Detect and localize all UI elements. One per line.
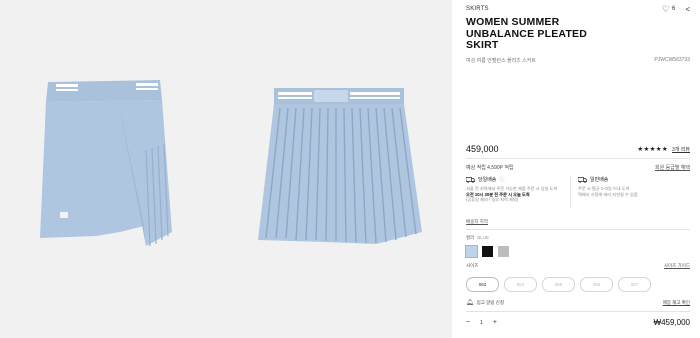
bell-icon: 🔔︎ <box>466 300 474 306</box>
shipping-line: 택배사 사정에 따라 지연될 수 있음 <box>578 191 638 197</box>
member-benefits-link[interactable]: 회원 등급별 혜택 <box>655 164 690 171</box>
size-header: 사이즈 사이즈 가이드 <box>466 263 690 269</box>
size-guide-link[interactable]: 사이즈 가이드 <box>664 263 690 269</box>
color-label-text: 컬러 <box>466 235 475 240</box>
shipping-header: 당일배송 ⓘ <box>466 176 570 183</box>
heart-icon: ♡ <box>661 3 670 14</box>
divider <box>466 158 690 159</box>
product-info-panel: SKIRTS ♡ 6 < WOMEN SUMMER UNBALANCE PLEA… <box>452 0 700 338</box>
color-swatch[interactable] <box>482 246 493 257</box>
size-option-button[interactable]: 064 <box>504 277 537 292</box>
skirt-back-image <box>258 88 422 244</box>
points-row: 예상 적립 4,590P 적립 회원 등급별 혜택 <box>466 164 690 171</box>
quantity-value[interactable]: 1 <box>480 320 483 326</box>
increase-quantity-button[interactable]: + <box>493 319 497 326</box>
shipping-details: 주문 시 평균 1~3일 이내 도착 택배사 사정에 따라 지연될 수 있음 <box>578 186 674 197</box>
quantity-row: − 1 + ₩459,000 <box>466 318 690 327</box>
share-icon[interactable]: < <box>685 5 690 14</box>
total-price: ₩459,000 <box>653 318 690 327</box>
product-page: SKIRTS ♡ 6 < WOMEN SUMMER UNBALANCE PLEA… <box>0 0 700 338</box>
size-option-button[interactable]: 063 <box>466 277 499 292</box>
selected-color: BLUE <box>477 235 490 240</box>
notify-row: 🔔︎ 입고 알림 신청 매장 재고 확인 <box>466 299 690 307</box>
truck-icon <box>466 176 475 183</box>
product-photo-front[interactable] <box>0 0 226 338</box>
color-label: 컬러 BLUE <box>466 235 489 241</box>
size-option-button[interactable]: 066 <box>580 277 613 292</box>
product-photo-back[interactable] <box>226 0 452 338</box>
product-gallery <box>0 0 452 338</box>
divider <box>466 311 690 312</box>
size-label: 사이즈 <box>466 263 479 268</box>
divider <box>466 229 690 230</box>
price-row: 459,000 ★★★★★ 3개 리뷰 <box>466 144 690 154</box>
shipping-details: 서울 전 지역에서 주문 가능한 제품 주문 시 당일 도착 오전 10시 30… <box>466 186 570 203</box>
size-options: 063 064 065 066 067 <box>466 277 651 292</box>
header-actions: ♡ 6 < <box>661 3 690 14</box>
product-title: WOMEN SUMMER UNBALANCE PLEATED SKIRT <box>466 16 588 51</box>
shipping-line: (공휴일 제외 / 일부 지역 제외) <box>466 197 519 203</box>
store-stock-link[interactable]: 매장 재고 확인 <box>663 300 690 306</box>
decrease-quantity-button[interactable]: − <box>466 319 470 326</box>
shipping-option-same-day[interactable]: 당일배송 ⓘ 서울 전 지역에서 주문 가능한 제품 주문 시 당일 도착 오전… <box>466 176 570 208</box>
category-row: SKIRTS ♡ 6 < <box>466 4 690 14</box>
size-option-button[interactable]: 065 <box>542 277 575 292</box>
product-code: PJWCW563733 <box>654 57 690 63</box>
restock-notify-label: 입고 알림 신청 <box>476 299 504 305</box>
shipping-header: 일반배송 <box>578 176 674 183</box>
color-swatch[interactable] <box>498 246 509 257</box>
product-price: 459,000 <box>466 144 499 154</box>
skirt-front-image <box>40 80 172 247</box>
shipping-option-standard[interactable]: 일반배송 주문 시 평균 1~3일 이내 도착 택배사 사정에 따라 지연될 수… <box>570 176 674 208</box>
color-swatch[interactable] <box>465 245 478 258</box>
info-icon[interactable]: ⓘ <box>499 176 504 183</box>
category-link[interactable]: SKIRTS <box>466 6 489 12</box>
quantity-stepper: − 1 + <box>466 319 497 326</box>
shipping-title: 당일배송 <box>478 177 497 183</box>
color-swatches <box>465 245 509 258</box>
product-subtitle-row: 여성 여름 언밸런스 플리츠 스커트 PJWCW563733 <box>466 57 690 64</box>
truck-icon <box>578 176 587 183</box>
shipping-title: 일반배송 <box>590 177 609 183</box>
restock-notify-button[interactable]: 🔔︎ 입고 알림 신청 <box>466 299 504 307</box>
wishlist-button[interactable]: ♡ 6 <box>661 3 676 14</box>
rating: ★★★★★ 3개 리뷰 <box>637 145 690 153</box>
star-rating-icon: ★★★★★ <box>637 146 669 153</box>
shipping-line: 서울 전 지역에서 주문 가능한 제품 주문 시 당일 도착 <box>466 186 558 191</box>
size-option-button[interactable]: 067 <box>618 277 651 292</box>
product-subtitle: 여성 여름 언밸런스 플리츠 스커트 <box>466 58 536 64</box>
shipping-area-link[interactable]: 배송지 지역 <box>466 219 488 225</box>
wishlist-count: 6 <box>671 6 676 12</box>
reviews-link[interactable]: 3개 리뷰 <box>672 146 690 153</box>
points-label: 예상 적립 4,590P 적립 <box>466 165 514 171</box>
